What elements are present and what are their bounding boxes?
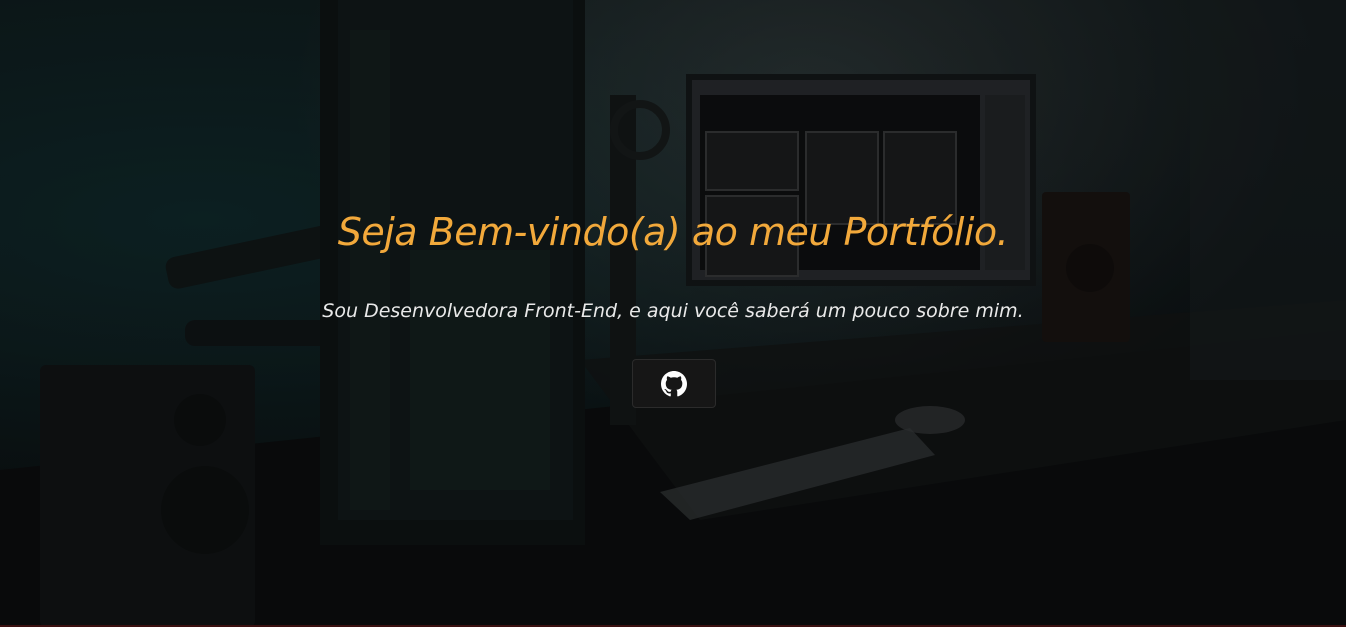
welcome-title: Seja Bem-vindo(a) ao meu Portfólio. [337, 210, 1009, 254]
github-button[interactable] [632, 359, 716, 408]
hero-section: Seja Bem-vindo(a) ao meu Portfólio. Sou … [0, 0, 1346, 627]
welcome-subtitle: Sou Desenvolvedora Front-End, e aqui voc… [322, 300, 1024, 322]
github-icon [661, 370, 687, 396]
hero-content: Seja Bem-vindo(a) ao meu Portfólio. Sou … [0, 0, 1346, 627]
